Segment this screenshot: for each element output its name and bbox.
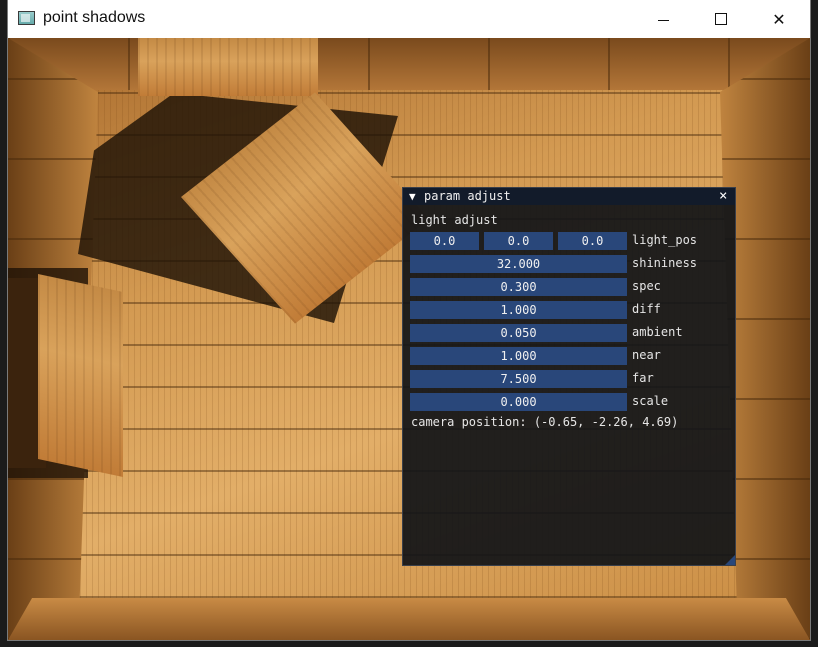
panel-title: param adjust [424,189,511,203]
spec-slider[interactable]: 0.300 [410,278,627,296]
param-row-ambient: 0.050 ambient [410,324,730,342]
ambient-slider[interactable]: 0.050 [410,324,627,342]
scale-slider[interactable]: 0.000 [410,393,627,411]
shininess-label: shininess [632,256,698,270]
far-slider[interactable]: 7.500 [410,370,627,388]
light-pos-x-field[interactable]: 0.0 [410,232,479,250]
diff-label: diff [632,302,661,316]
param-row-near: 1.000 near [410,347,730,365]
far-label: far [632,371,654,385]
wall-bottom [8,598,810,640]
close-icon: ✕ [772,9,786,29]
panel-header[interactable]: ▼ param adjust × [403,188,735,205]
ambient-label: ambient [632,325,683,339]
light-pos-label: light_pos [632,233,698,247]
minimize-button[interactable] [634,0,692,38]
spec-label: spec [632,279,661,293]
scale-label: scale [632,394,669,408]
param-adjust-panel[interactable]: ▼ param adjust × light adjust 0.0 0.0 0.… [402,187,736,566]
window-title: point shadows [43,9,146,26]
diff-slider[interactable]: 1.000 [410,301,627,319]
camera-position-readout: camera position: (-0.65, -2.26, 4.69) [411,415,679,429]
wall-top [8,38,810,90]
light-pos-row: 0.0 0.0 0.0 light_pos [410,232,730,250]
wooden-cube [138,38,318,96]
minimize-icon [657,19,669,21]
maximize-button[interactable] [692,0,750,38]
app-icon [18,11,35,25]
maximize-icon [715,13,727,25]
param-row-diff: 1.000 diff [410,301,730,319]
collapse-triangle-icon[interactable]: ▼ [409,190,416,203]
param-row-shininess: 32.000 shininess [410,255,730,273]
close-icon[interactable]: × [719,188,727,204]
close-button[interactable]: ✕ [750,0,808,38]
param-row-spec: 0.300 spec [410,278,730,296]
section-label: light adjust [411,213,498,227]
near-slider[interactable]: 1.000 [410,347,627,365]
title-bar[interactable]: point shadows ✕ [8,0,810,38]
light-pos-z-field[interactable]: 0.0 [558,232,627,250]
param-row-scale: 0.000 scale [410,393,730,411]
resize-grip-icon[interactable] [725,555,735,565]
shininess-slider[interactable]: 32.000 [410,255,627,273]
wooden-cube [38,273,123,478]
near-label: near [632,348,661,362]
light-pos-y-field[interactable]: 0.0 [484,232,553,250]
param-row-far: 7.500 far [410,370,730,388]
